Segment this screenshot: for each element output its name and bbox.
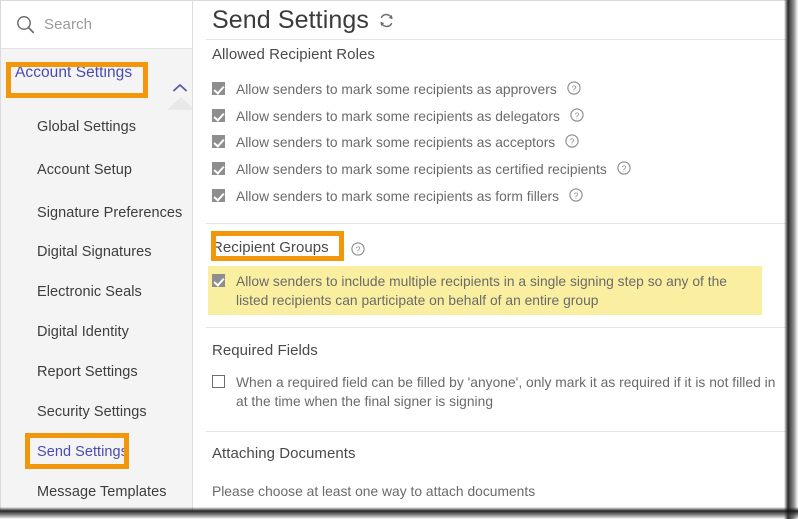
help-icon[interactable]: ? [569, 188, 583, 202]
option-label: Allow senders to mark some recipients as… [236, 135, 556, 150]
window-border-top [0, 0, 786, 1]
option-label: Allow senders to mark some recipients as… [236, 189, 560, 204]
help-icon[interactable]: ? [570, 108, 584, 122]
option-row-required-fields[interactable]: When a required field can be filled by '… [212, 373, 784, 411]
sidebar-group-account-settings[interactable]: Account Settings [1, 50, 192, 96]
svg-text:?: ? [621, 163, 626, 173]
option-label: Allow senders to include multiple recipi… [236, 274, 727, 308]
checkbox-approvers[interactable] [212, 82, 225, 95]
sidebar-item-label: Message Templates [37, 483, 167, 500]
help-icon[interactable]: ? [351, 242, 365, 256]
sidebar-item-signature-preferences[interactable]: Signature Preferences [1, 191, 192, 234]
option-label: Allow senders to mark some recipients as… [236, 162, 607, 177]
section-heading-attaching-documents: Attaching Documents [212, 445, 356, 462]
option-row-form-fillers[interactable]: Allow senders to mark some recipients as… [212, 187, 772, 206]
sidebar-item-account-setup[interactable]: Account Setup [1, 148, 192, 191]
sidebar-item-label: Report Settings [37, 363, 138, 380]
chevron-up-icon[interactable] [171, 81, 189, 93]
checkbox-required-fields[interactable] [212, 375, 225, 388]
checkbox-certified-recipients[interactable] [212, 162, 225, 175]
search-placeholder-text: Search [44, 16, 93, 33]
section-heading-recipient-groups: Recipient Groups [212, 239, 329, 256]
svg-text:?: ? [570, 136, 575, 146]
svg-text:?: ? [574, 110, 579, 120]
svg-text:?: ? [571, 83, 576, 93]
svg-text:?: ? [574, 190, 579, 200]
svg-text:?: ? [356, 244, 361, 254]
sidebar-item-global-settings[interactable]: Global Settings [1, 105, 192, 148]
page-title-row: Send Settings [194, 1, 786, 39]
checkbox-delegators[interactable] [212, 109, 225, 122]
sidebar-item-label: Signature Preferences [37, 204, 183, 221]
sidebar-group-label: Account Settings [15, 64, 133, 81]
checkbox-acceptors[interactable] [212, 135, 225, 148]
help-icon[interactable]: ? [617, 161, 631, 175]
sidebar-item-electronic-seals[interactable]: Electronic Seals [1, 270, 192, 313]
search-icon [15, 15, 35, 35]
section-heading-allowed-recipient-roles: Allowed Recipient Roles [212, 46, 375, 63]
application-window: Search Account Settings Global Settings … [0, 0, 798, 519]
option-row-certified-recipients[interactable]: Allow senders to mark some recipients as… [212, 160, 772, 179]
section-divider [206, 431, 786, 432]
option-label: When a required field can be filled by '… [236, 375, 776, 409]
section-heading-required-fields: Required Fields [212, 342, 318, 359]
section-divider [206, 223, 786, 224]
attaching-documents-description: Please choose at least one way to attach… [212, 484, 536, 499]
section-divider [206, 39, 786, 40]
checkbox-recipient-groups[interactable] [212, 274, 225, 287]
search-input[interactable]: Search [1, 1, 192, 49]
page-title: Send Settings [212, 5, 369, 34]
sidebar-item-label: Electronic Seals [37, 283, 142, 300]
sidebar-item-send-settings[interactable]: Send Settings [1, 430, 192, 473]
sidebar-item-digital-identity[interactable]: Digital Identity [1, 310, 192, 353]
sidebar-item-digital-signatures[interactable]: Digital Signatures [1, 230, 192, 273]
sidebar-item-label: Digital Signatures [37, 243, 152, 260]
option-row-delegators[interactable]: Allow senders to mark some recipients as… [212, 107, 772, 126]
active-group-pointer [167, 97, 192, 110]
sidebar-item-label: Account Setup [37, 161, 132, 178]
option-label: Allow senders to mark some recipients as… [236, 82, 557, 97]
sidebar-item-label: Global Settings [37, 118, 137, 135]
window-border-left [0, 0, 1, 511]
window-shadow-right [784, 0, 798, 519]
main-content-panel: Send Settings Allowed Recipient Roles Al… [194, 1, 786, 511]
sidebar-item-security-settings[interactable]: Security Settings [1, 390, 192, 433]
sidebar-item-message-templates[interactable]: Message Templates [1, 470, 192, 511]
option-row-approvers[interactable]: Allow senders to mark some recipients as… [212, 80, 772, 99]
sidebar-item-label: Security Settings [37, 403, 147, 420]
sidebar-item-label: Send Settings [37, 443, 128, 460]
option-row-acceptors[interactable]: Allow senders to mark some recipients as… [212, 133, 772, 152]
sidebar-item-label: Digital Identity [37, 323, 129, 340]
sidebar-item-report-settings[interactable]: Report Settings [1, 350, 192, 393]
help-icon[interactable]: ? [565, 134, 579, 148]
sidebar-navigation: Search Account Settings Global Settings … [1, 1, 193, 511]
option-row-recipient-groups[interactable]: Allow senders to include multiple recipi… [212, 272, 757, 310]
checkbox-form-fillers[interactable] [212, 189, 225, 202]
refresh-icon[interactable] [378, 11, 396, 29]
option-label: Allow senders to mark some recipients as… [236, 109, 560, 124]
help-icon[interactable]: ? [567, 81, 581, 95]
section-divider [206, 327, 786, 328]
